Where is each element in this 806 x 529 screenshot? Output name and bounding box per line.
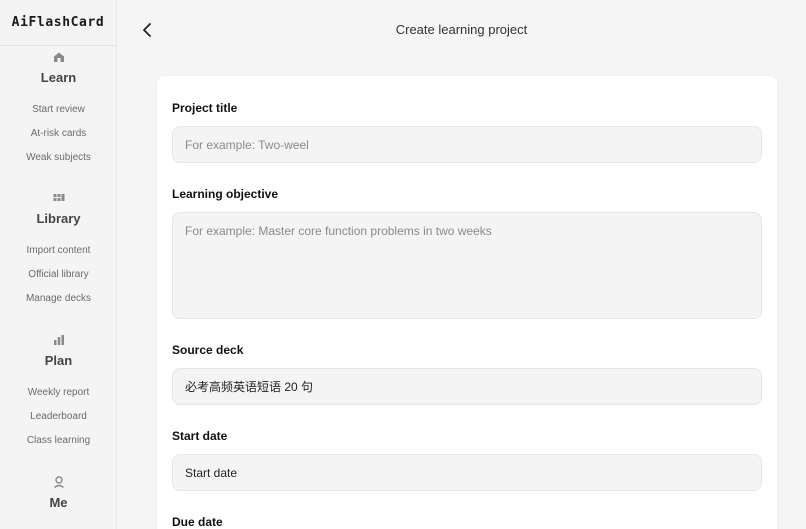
sidebar-item-official-library[interactable]: Official library xyxy=(0,269,117,281)
due-date-label: Due date xyxy=(172,515,223,529)
nav-group-plan: Plan xyxy=(0,333,117,368)
sidebar-item-manage-decks[interactable]: Manage decks xyxy=(0,293,117,305)
project-title-label: Project title xyxy=(172,101,238,115)
objective-label: Learning objective xyxy=(172,187,279,201)
project-form-card: Project title Learning objective Source … xyxy=(157,76,777,529)
library-icon xyxy=(52,191,66,205)
sidebar-item-weekly-report[interactable]: Weekly report xyxy=(0,387,117,399)
objective-textarea[interactable] xyxy=(172,212,762,319)
sidebar-item-leaderboard[interactable]: Leaderboard xyxy=(0,411,117,423)
home-icon xyxy=(52,50,66,64)
sidebar-item-weak-subjects[interactable]: Weak subjects xyxy=(0,152,117,164)
sidebar: AiFlashCard Learn Start review At-risk c… xyxy=(0,0,117,529)
plan-icon xyxy=(52,333,66,347)
header: Create learning project xyxy=(117,0,806,60)
source-deck-select[interactable]: 必考高频英语短语 20 句 xyxy=(172,368,762,405)
start-date-input[interactable]: Start date xyxy=(172,454,762,491)
source-deck-value: 必考高频英语短语 20 句 xyxy=(185,380,314,394)
nav-group-learn: Learn xyxy=(0,50,117,85)
nav-group-title[interactable]: Plan xyxy=(0,353,117,368)
sidebar-item-at-risk-cards[interactable]: At-risk cards xyxy=(0,128,117,140)
sidebar-item-start-review[interactable]: Start review xyxy=(0,104,117,116)
sidebar-item-import-content[interactable]: Import content xyxy=(0,245,117,257)
project-title-input[interactable] xyxy=(172,126,762,163)
source-deck-label: Source deck xyxy=(172,343,244,357)
brand-logo: AiFlashCard xyxy=(0,0,116,46)
start-date-value: Start date xyxy=(185,465,238,480)
nav-group-title[interactable]: Learn xyxy=(0,70,117,85)
page-title: Create learning project xyxy=(395,22,528,37)
user-icon xyxy=(52,475,66,489)
nav-group-title[interactable]: Library xyxy=(0,211,117,226)
nav-group-me: Me xyxy=(0,475,117,510)
app-root: AiFlashCard Learn Start review At-risk c… xyxy=(0,0,806,529)
sidebar-item-class-learning[interactable]: Class learning xyxy=(0,435,117,447)
nav-group-title[interactable]: Me xyxy=(0,495,117,510)
start-date-label: Start date xyxy=(172,429,228,443)
nav-group-library: Library xyxy=(0,191,117,226)
